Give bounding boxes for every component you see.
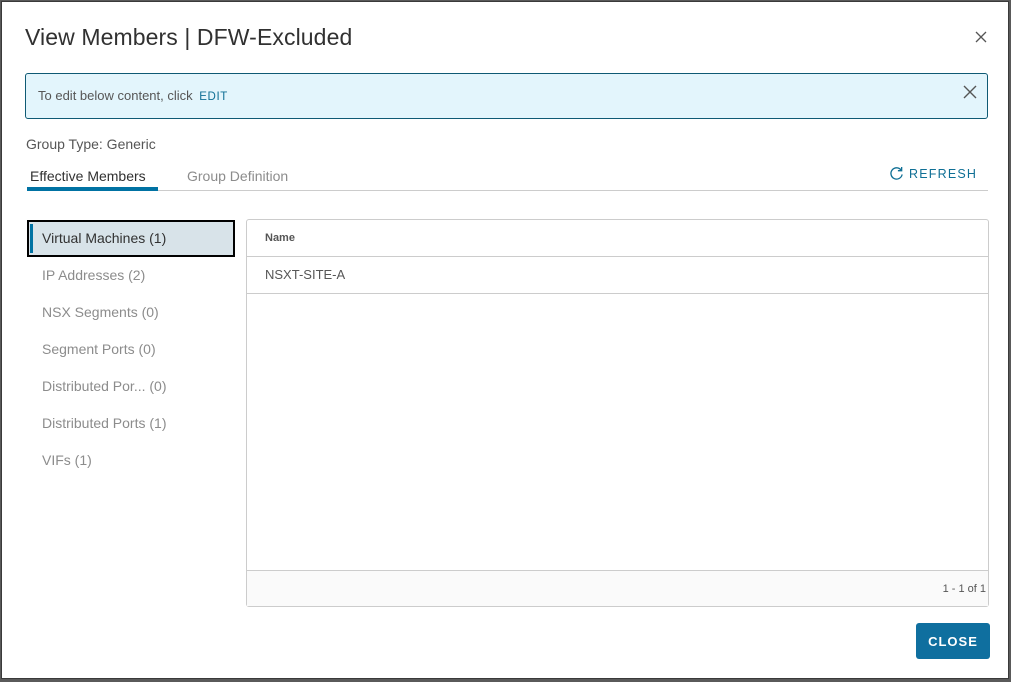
close-button[interactable]: CLOSE <box>916 623 990 659</box>
edit-link[interactable]: EDIT <box>199 91 228 103</box>
refresh-label: REFRESH <box>909 166 978 181</box>
column-header-name[interactable]: Name <box>247 220 988 257</box>
refresh-icon <box>890 166 903 180</box>
alert-text: To edit below content, click <box>38 88 193 103</box>
alert-close-icon[interactable] <box>963 85 977 99</box>
members-grid: Name NSXT-SITE-A 1 - 1 of 1 <box>246 219 989 607</box>
member-type-vifs[interactable]: VIFs (1) <box>27 442 235 479</box>
refresh-button[interactable]: REFRESH <box>889 166 977 181</box>
table-row[interactable]: NSXT-SITE-A <box>247 257 988 294</box>
member-type-segment-ports[interactable]: Segment Ports (0) <box>27 331 235 368</box>
member-type-list: Virtual Machines (1) IP Addresses (2) NS… <box>27 220 235 479</box>
member-type-distributed-port-groups[interactable]: Distributed Por... (0) <box>27 368 235 405</box>
info-alert: To edit below content, click EDIT <box>25 73 988 119</box>
active-tab-indicator <box>27 187 158 191</box>
tab-group-definition[interactable]: Group Definition <box>187 168 288 184</box>
modal-close-icon[interactable] <box>974 30 988 44</box>
tab-effective-members[interactable]: Effective Members <box>30 168 146 184</box>
view-members-modal: View Members | DFW-Excluded To edit belo… <box>1 1 1009 679</box>
modal-title: View Members | DFW-Excluded <box>25 24 353 50</box>
grid-pagination: 1 - 1 of 1 <box>247 570 988 606</box>
cell-name: NSXT-SITE-A <box>265 267 346 282</box>
group-type-label: Group Type: Generic <box>26 136 156 152</box>
member-type-ip-addresses[interactable]: IP Addresses (2) <box>27 257 235 294</box>
tab-bar: Effective Members Group Definition REFRE… <box>27 160 988 191</box>
member-type-distributed-ports[interactable]: Distributed Ports (1) <box>27 405 235 442</box>
member-type-virtual-machines[interactable]: Virtual Machines (1) <box>27 220 235 257</box>
member-type-nsx-segments[interactable]: NSX Segments (0) <box>27 294 235 331</box>
